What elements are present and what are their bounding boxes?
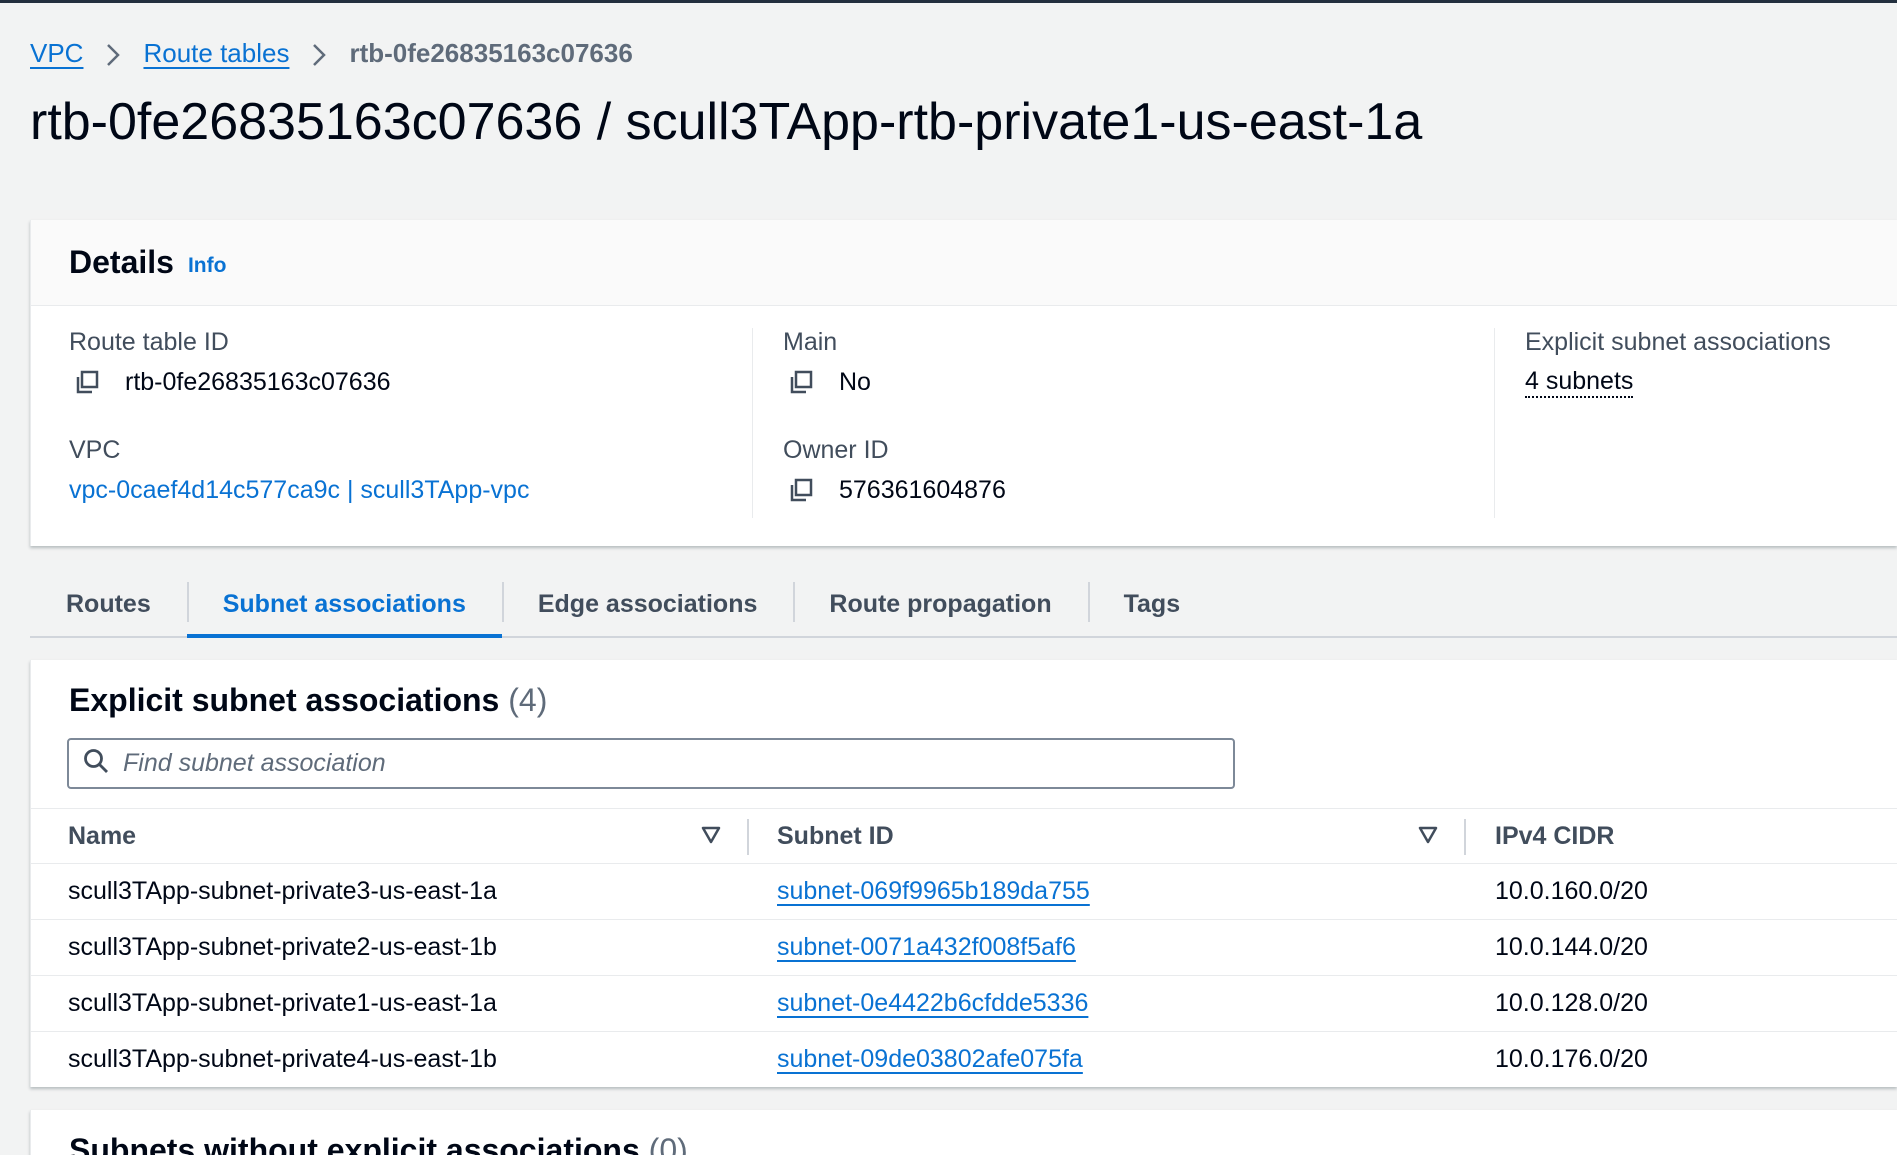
tabs-bar: Routes Subnet associations Edge associat… bbox=[30, 572, 1897, 638]
breadcrumb-vpc[interactable]: VPC bbox=[30, 38, 83, 69]
row-subnet-link[interactable]: subnet-0e4422b6cfdde5336 bbox=[777, 989, 1088, 1018]
copy-icon[interactable] bbox=[783, 370, 839, 394]
details-column-3: Explicit subnet associations 4 subnets bbox=[1495, 328, 1895, 518]
row-name: scull3TApp-subnet-private1-us-east-1a bbox=[68, 989, 497, 1017]
table-row: scull3TApp-subnet-private3-us-east-1a su… bbox=[31, 864, 1897, 920]
row-name: scull3TApp-subnet-private2-us-east-1b bbox=[68, 933, 497, 961]
vpc-value: vpc-0caef4d14c577ca9c | scull3TApp-vpc bbox=[69, 470, 752, 510]
sort-icon[interactable] bbox=[1418, 826, 1438, 849]
table-row: scull3TApp-subnet-private2-us-east-1b su… bbox=[31, 920, 1897, 976]
column-divider[interactable] bbox=[747, 819, 749, 855]
table-header: Name Subnet ID IPv4 CIDR bbox=[31, 808, 1897, 864]
row-subnet-link[interactable]: subnet-069f9965b189da755 bbox=[777, 877, 1090, 906]
details-column-2: Main No Owner ID 576361604876 bbox=[783, 328, 1495, 518]
vpc-label: VPC bbox=[69, 436, 121, 464]
table-row: scull3TApp-subnet-private1-us-east-1a su… bbox=[31, 976, 1897, 1032]
without-assoc-title: Subnets without explicit associations bbox=[69, 1132, 640, 1155]
tab-subnet-associations[interactable]: Subnet associations bbox=[186, 572, 502, 638]
main-label: Main bbox=[783, 328, 838, 356]
chevron-right-icon bbox=[83, 38, 143, 69]
row-name: scull3TApp-subnet-private3-us-east-1a bbox=[68, 877, 497, 905]
breadcrumb-current: rtb-0fe26835163c07636 bbox=[349, 38, 633, 68]
column-divider[interactable] bbox=[1464, 819, 1466, 855]
explicit-assoc-heading: Explicit subnet associations (4) bbox=[69, 682, 547, 719]
table-row: scull3TApp-subnet-private4-us-east-1b su… bbox=[31, 1032, 1897, 1088]
route-table-id-value: rtb-0fe26835163c07636 bbox=[69, 362, 752, 402]
vpc-link[interactable]: vpc-0caef4d14c577ca9c | scull3TApp-vpc bbox=[69, 476, 529, 505]
breadcrumb-route-tables[interactable]: Route tables bbox=[143, 38, 289, 69]
column-header-name[interactable]: Name bbox=[68, 822, 136, 851]
route-table-id-label: Route table ID bbox=[69, 328, 229, 356]
search-icon bbox=[83, 748, 109, 779]
tab-routes[interactable]: Routes bbox=[30, 572, 187, 636]
explicit-assoc-title: Explicit subnet associations bbox=[69, 682, 500, 718]
row-subnet-link[interactable]: subnet-0071a432f008f5af6 bbox=[777, 933, 1076, 962]
top-border bbox=[0, 0, 1897, 3]
details-header: Details Info bbox=[31, 220, 1897, 306]
tab-tags[interactable]: Tags bbox=[1087, 572, 1217, 636]
copy-icon[interactable] bbox=[783, 478, 839, 502]
main-value: No bbox=[783, 362, 1494, 402]
chevron-right-icon bbox=[289, 38, 349, 69]
tab-route-propagation[interactable]: Route propagation bbox=[793, 572, 1087, 636]
explicit-assoc-count: (4) bbox=[508, 682, 548, 718]
info-link[interactable]: Info bbox=[188, 254, 226, 278]
row-cidr: 10.0.160.0/20 bbox=[1495, 877, 1648, 905]
search-box bbox=[67, 738, 1235, 789]
row-cidr: 10.0.144.0/20 bbox=[1495, 933, 1648, 961]
explicit-assoc-popover[interactable]: 4 subnets bbox=[1525, 367, 1634, 398]
owner-id-label: Owner ID bbox=[783, 436, 889, 464]
row-cidr: 10.0.128.0/20 bbox=[1495, 989, 1648, 1017]
without-assoc-heading: Subnets without explicit associations (0… bbox=[69, 1132, 688, 1155]
explicit-subnet-associations-panel: Explicit subnet associations (4) Name Su… bbox=[30, 660, 1897, 1087]
route-table-id-text: rtb-0fe26835163c07636 bbox=[125, 367, 391, 396]
explicit-assoc-label: Explicit subnet associations bbox=[1525, 328, 1831, 356]
owner-id-text: 576361604876 bbox=[839, 475, 1006, 504]
subnets-without-associations-panel: Subnets without explicit associations (0… bbox=[30, 1110, 1897, 1155]
main-text: No bbox=[839, 367, 871, 396]
breadcrumb: VPC Route tables rtb-0fe26835163c07636 bbox=[30, 38, 633, 69]
row-cidr: 10.0.176.0/20 bbox=[1495, 1045, 1648, 1073]
details-panel: Details Info Route table ID rtb-0fe26835… bbox=[30, 220, 1897, 546]
search-input[interactable] bbox=[123, 749, 1223, 778]
copy-icon[interactable] bbox=[69, 370, 125, 394]
page-title: rtb-0fe26835163c07636 / scull3TApp-rtb-p… bbox=[30, 93, 1423, 151]
row-subnet-link[interactable]: subnet-09de03802afe075fa bbox=[777, 1045, 1083, 1074]
without-assoc-count: (0) bbox=[648, 1132, 688, 1155]
tab-edge-associations[interactable]: Edge associations bbox=[501, 572, 794, 636]
details-heading: Details bbox=[69, 244, 174, 280]
subnet-table: Name Subnet ID IPv4 CIDR scull3TApp-subn… bbox=[31, 808, 1897, 1088]
sort-icon[interactable] bbox=[701, 826, 721, 849]
column-header-ipv4-cidr[interactable]: IPv4 CIDR bbox=[1495, 822, 1614, 851]
explicit-assoc-value: 4 subnets bbox=[1525, 362, 1895, 402]
details-column-1: Route table ID rtb-0fe26835163c07636 VPC… bbox=[69, 328, 753, 518]
column-header-subnet-id[interactable]: Subnet ID bbox=[777, 822, 894, 851]
owner-id-value: 576361604876 bbox=[783, 470, 1494, 510]
row-name: scull3TApp-subnet-private4-us-east-1b bbox=[68, 1045, 497, 1073]
